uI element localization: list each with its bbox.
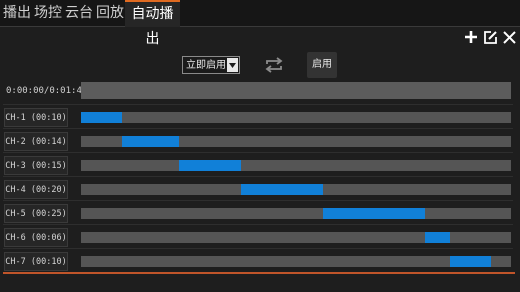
row-divider (3, 176, 513, 177)
tab-bar: 播出 场控 云台 回放 自动播出 (0, 0, 520, 47)
row-divider (3, 224, 513, 225)
tab-broadcast[interactable]: 播出 (3, 0, 31, 26)
row-divider (3, 152, 513, 153)
tab-ptz[interactable]: 云台 (65, 0, 93, 26)
edit-icon[interactable] (481, 28, 499, 46)
loop-icon[interactable] (264, 56, 284, 74)
channel-segment-ch2[interactable] (121, 136, 180, 147)
start-mode-select[interactable]: 立即启用 (182, 56, 240, 74)
channel-track-ch3[interactable] (81, 160, 511, 171)
channel-segment-ch1[interactable] (81, 112, 122, 123)
plus-icon[interactable] (462, 28, 480, 46)
channel-label-ch3[interactable]: CH-3 (00:15) (4, 156, 68, 175)
enable-button[interactable]: 启用 (307, 52, 337, 78)
channel-track-ch6[interactable] (81, 232, 511, 243)
tab-field-control[interactable]: 场控 (34, 0, 62, 26)
channel-label-ch4[interactable]: CH-4 (00:20) (4, 180, 68, 199)
chevron-down-icon (227, 58, 238, 72)
channel-label-ch2[interactable]: CH-2 (00:14) (4, 132, 68, 151)
channel-segment-ch3[interactable] (179, 160, 241, 171)
channel-label-ch1[interactable]: CH-1 (00:10) (4, 108, 68, 127)
channel-track-ch2[interactable] (81, 136, 511, 147)
row-divider (3, 200, 513, 201)
tab-playback[interactable]: 回放 (96, 0, 124, 26)
close-icon[interactable] (500, 28, 518, 46)
channel-segment-ch6[interactable] (425, 232, 450, 243)
channel-track-ch7[interactable] (81, 256, 511, 267)
row-divider (3, 104, 513, 105)
row-divider (3, 248, 513, 249)
channel-track-ch4[interactable] (81, 184, 511, 195)
time-display: 0:00:00/0:01:45 (6, 86, 88, 96)
tab-auto-broadcast[interactable]: 自动播出 (125, 0, 180, 47)
channel-label-ch5[interactable]: CH-5 (00:25) (4, 204, 68, 223)
channel-label-ch6[interactable]: CH-6 (00:06) (4, 228, 68, 247)
start-mode-value: 立即启用 (186, 60, 226, 71)
channel-segment-ch5[interactable] (322, 208, 425, 219)
channel-track-ch1[interactable] (81, 112, 511, 123)
channel-segment-ch7[interactable] (449, 256, 491, 267)
channel-segment-ch4[interactable] (240, 184, 323, 195)
row-divider (3, 128, 513, 129)
channel-label-ch7[interactable]: CH-7 (00:10) (4, 252, 68, 271)
channel-track-ch5[interactable] (81, 208, 511, 219)
master-timeline-track[interactable] (81, 82, 511, 99)
bottom-divider (3, 272, 515, 274)
